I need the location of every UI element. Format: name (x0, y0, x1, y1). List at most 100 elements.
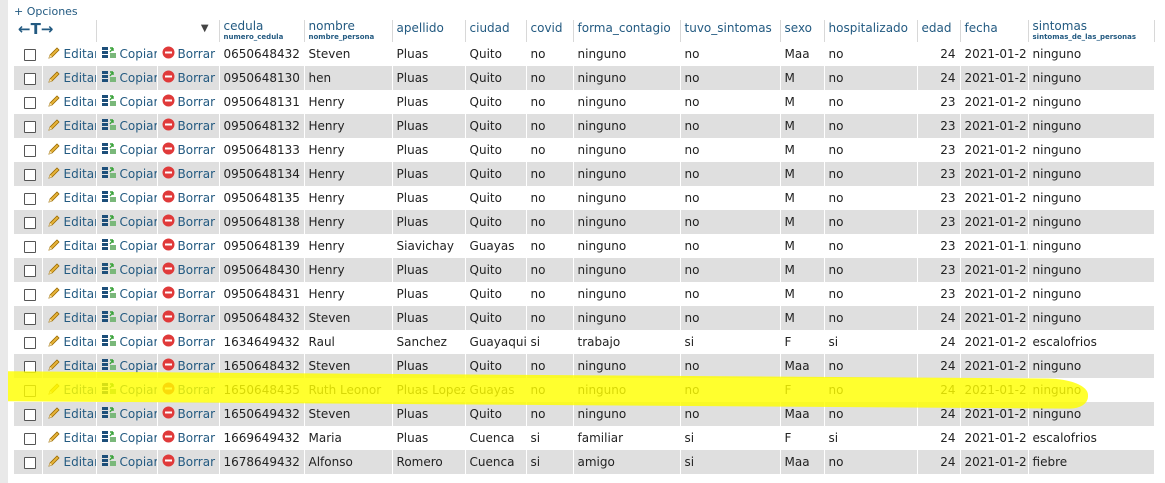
cell-cedula[interactable]: 1650649432 (219, 402, 305, 426)
cell-apellido[interactable]: Pluas (392, 66, 466, 90)
cell-forma-contagio[interactable]: ninguno (573, 402, 681, 426)
cell-covid[interactable]: no (526, 258, 574, 282)
cell-sintomas[interactable]: ninguno (1028, 162, 1155, 186)
cell-cedula[interactable]: 0950648132 (219, 114, 305, 138)
copy-link[interactable]: Copiar (101, 382, 156, 398)
cell-forma-contagio[interactable]: familiar (573, 426, 681, 450)
cell-covid[interactable]: si (526, 450, 574, 474)
cell-fecha[interactable]: 2021-01-21 (960, 138, 1029, 162)
cell-sintomas[interactable]: ninguno (1028, 42, 1155, 66)
cell-fecha[interactable]: 2021-01-21 (960, 90, 1029, 114)
cell-cedula[interactable]: 1678649432 (219, 450, 305, 474)
cell-ciudad[interactable]: Quito (465, 162, 527, 186)
row-checkbox[interactable] (24, 168, 36, 181)
cell-edad[interactable]: 24 (917, 402, 961, 426)
cell-fecha[interactable]: 2021-01-21 (960, 258, 1029, 282)
column-name[interactable]: tuvo_sintomas (685, 20, 776, 35)
cell-apellido[interactable]: Pluas (392, 402, 466, 426)
cell-hospitalizado[interactable]: no (824, 378, 918, 402)
column-name[interactable]: forma_contagio (578, 20, 676, 35)
cell-forma-contagio[interactable]: ninguno (573, 306, 681, 330)
cell-tuvo-sintomas[interactable]: no (680, 306, 781, 330)
cell-cedula[interactable]: 0950648131 (219, 90, 305, 114)
edit-link[interactable]: Editar (47, 454, 95, 471)
cell-nombre[interactable]: Maria (304, 426, 393, 450)
edit-link[interactable]: Editar (47, 166, 95, 183)
cell-forma-contagio[interactable]: amigo (573, 450, 681, 474)
cell-hospitalizado[interactable]: no (824, 258, 918, 282)
cell-edad[interactable]: 23 (917, 282, 961, 306)
cell-edad[interactable]: 24 (917, 378, 961, 402)
cell-cedula[interactable]: 1634649432 (219, 330, 305, 354)
cell-covid[interactable]: no (526, 234, 574, 258)
cell-apellido[interactable]: Pluas (392, 186, 466, 210)
row-checkbox[interactable] (24, 216, 36, 229)
cell-covid[interactable]: no (526, 282, 574, 306)
cell-tuvo-sintomas[interactable]: no (680, 114, 781, 138)
cell-forma-contagio[interactable]: ninguno (573, 234, 681, 258)
cell-tuvo-sintomas[interactable]: no (680, 186, 781, 210)
cell-sintomas[interactable]: ninguno (1028, 138, 1155, 162)
cell-sintomas[interactable]: ninguno (1028, 258, 1155, 282)
copy-link[interactable]: Copiar (101, 286, 156, 302)
cell-edad[interactable]: 24 (917, 306, 961, 330)
delete-link[interactable]: Borrar (162, 118, 215, 134)
cell-nombre[interactable]: Henry (304, 90, 393, 114)
cell-ciudad[interactable]: Quito (465, 42, 527, 66)
delete-link[interactable]: Borrar (162, 406, 215, 422)
cell-forma-contagio[interactable]: ninguno (573, 354, 681, 378)
row-checkbox[interactable] (24, 240, 36, 253)
cell-fecha[interactable]: 2021-01-21 (960, 378, 1029, 402)
edit-link[interactable]: Editar (47, 286, 95, 303)
row-checkbox[interactable] (24, 336, 36, 349)
row-checkbox[interactable] (24, 456, 36, 469)
copy-link[interactable]: Copiar (101, 118, 156, 134)
cell-cedula[interactable]: 1669649432 (219, 426, 305, 450)
delete-link[interactable]: Borrar (162, 190, 215, 206)
cell-ciudad[interactable]: Quito (465, 210, 527, 234)
cell-tuvo-sintomas[interactable]: no (680, 282, 781, 306)
edit-link[interactable]: Editar (47, 358, 95, 375)
cell-edad[interactable]: 23 (917, 162, 961, 186)
cell-covid[interactable]: si (526, 426, 574, 450)
cell-apellido[interactable]: Romero (392, 450, 466, 474)
row-checkbox[interactable] (24, 312, 36, 325)
cell-sexo[interactable]: F (780, 330, 825, 354)
row-checkbox[interactable] (24, 360, 36, 373)
cell-covid[interactable]: no (526, 162, 574, 186)
cell-hospitalizado[interactable]: no (824, 450, 918, 474)
row-checkbox[interactable] (24, 48, 36, 61)
copy-link[interactable]: Copiar (101, 166, 156, 182)
cell-sintomas[interactable]: ninguno (1028, 234, 1155, 258)
cell-edad[interactable]: 24 (917, 66, 961, 90)
cell-ciudad[interactable]: Quito (465, 258, 527, 282)
cell-sexo[interactable]: M (780, 282, 825, 306)
edit-link[interactable]: Editar (47, 118, 95, 135)
edit-link[interactable]: Editar (47, 262, 95, 279)
cell-apellido[interactable]: Siavichay (392, 234, 466, 258)
cell-apellido[interactable]: Pluas (392, 90, 466, 114)
cell-covid[interactable]: no (526, 138, 574, 162)
cell-edad[interactable]: 23 (917, 234, 961, 258)
delete-link[interactable]: Borrar (162, 46, 215, 62)
cell-tuvo-sintomas[interactable]: no (680, 42, 781, 66)
column-header-hospitalizado[interactable]: hospitalizado (824, 20, 918, 42)
cell-cedula[interactable]: 0950648130 (219, 66, 305, 90)
cell-nombre[interactable]: Raul (304, 330, 393, 354)
cell-nombre[interactable]: Steven (304, 354, 393, 378)
cell-ciudad[interactable]: Quito (465, 282, 527, 306)
cell-apellido[interactable]: Pluas (392, 306, 466, 330)
cell-forma-contagio[interactable]: ninguno (573, 42, 681, 66)
cell-fecha[interactable]: 2021-01-15 (960, 234, 1029, 258)
cell-sexo[interactable]: Maa (780, 42, 825, 66)
cell-sintomas[interactable]: ninguno (1028, 282, 1155, 306)
row-checkbox[interactable] (24, 144, 36, 157)
cell-forma-contagio[interactable]: ninguno (573, 282, 681, 306)
cell-covid[interactable]: no (526, 306, 574, 330)
cell-nombre[interactable]: hen (304, 66, 393, 90)
cell-ciudad[interactable]: Cuenca (465, 426, 527, 450)
cell-cedula[interactable]: 0950648133 (219, 138, 305, 162)
row-checkbox[interactable] (24, 264, 36, 277)
copy-link[interactable]: Copiar (101, 142, 156, 158)
copy-link[interactable]: Copiar (101, 310, 156, 326)
